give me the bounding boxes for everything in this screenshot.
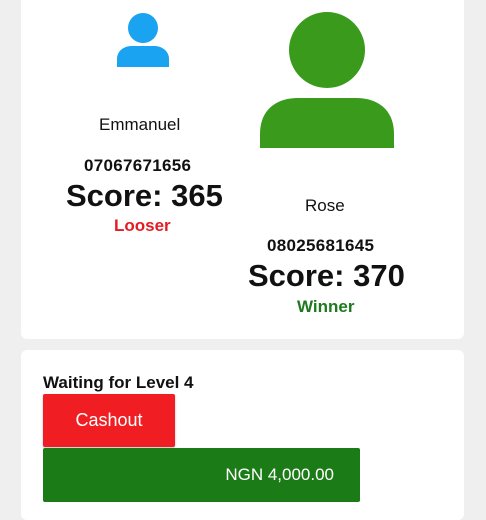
player1-phone: 07067671656	[84, 156, 192, 175]
player2-phone: 08025681645	[267, 236, 375, 255]
player2-name: Rose	[305, 196, 345, 215]
player2-person-icon	[260, 12, 394, 148]
player1-person-icon	[117, 13, 169, 67]
player1-name: Emmanuel	[99, 115, 181, 134]
player2-result: Winner	[297, 297, 355, 316]
player2-score: Score: 370	[248, 258, 405, 293]
player1-score: Score: 365	[66, 178, 223, 213]
cashout-button[interactable]: Cashout	[43, 394, 175, 447]
amount-button[interactable]: NGN 4,000.00	[43, 448, 360, 502]
level-title: Waiting for Level 4	[43, 373, 194, 392]
player1-result: Looser	[114, 216, 171, 235]
